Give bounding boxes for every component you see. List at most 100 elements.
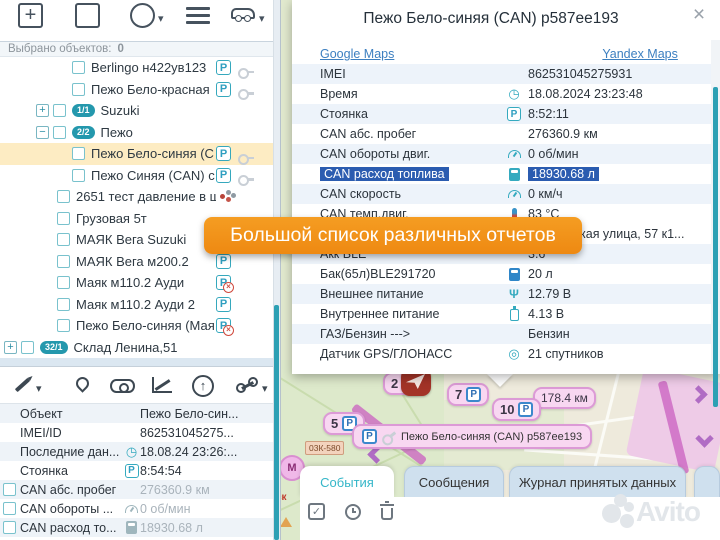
chevron-down-icon[interactable]: [259, 9, 265, 27]
tree-item-pejo-blue[interactable]: Пежо Синяя (CAN) с: [0, 165, 273, 187]
parking-icon[interactable]: [216, 82, 231, 97]
expand-icon[interactable]: +: [4, 341, 17, 354]
google-maps-link[interactable]: Google Maps: [320, 47, 394, 61]
chevron-down-icon[interactable]: [36, 379, 42, 397]
tree-item-berlingo[interactable]: Berlingo н422ув123: [0, 57, 273, 79]
checkbox[interactable]: [72, 83, 85, 96]
tree-group-pejo[interactable]: − 2/2 Пежо: [0, 122, 273, 144]
parking-icon[interactable]: [216, 297, 231, 312]
info-scrollbar-track[interactable]: [711, 40, 720, 374]
tree-item-2651[interactable]: 2651 тест давление в ш: [0, 186, 273, 208]
checkbox[interactable]: [3, 521, 16, 534]
sidebar-scrollbar-track[interactable]: [273, 0, 280, 540]
tab-events[interactable]: События: [300, 466, 394, 498]
parking-icon[interactable]: [216, 254, 231, 269]
marker-count: 2: [391, 376, 398, 391]
map-marker-group-10[interactable]: 10: [492, 398, 541, 421]
map-poi-icon: [280, 517, 292, 527]
checkbox[interactable]: [57, 319, 70, 332]
export-icon[interactable]: ↑: [192, 375, 214, 397]
chevron-down-icon[interactable]: [158, 9, 164, 27]
gauge-icon: [508, 190, 521, 198]
gauge-icon: [125, 505, 138, 513]
checkbox[interactable]: [21, 341, 34, 354]
parking-icon[interactable]: [216, 168, 231, 183]
tree-item-pejo-mayak[interactable]: Пежо Бело-синяя (Мая: [0, 315, 273, 337]
map-marker-group-7[interactable]: 7: [447, 383, 489, 406]
info-row-time: Время 18.08.2024 23:23:48: [292, 84, 711, 104]
route-icon[interactable]: [236, 377, 258, 393]
distance-bubble[interactable]: 178.4 км: [533, 387, 596, 409]
sidebar-scrollbar-thumb[interactable]: [274, 305, 279, 540]
satellite-icon: [508, 346, 519, 362]
time-filter-icon[interactable]: [345, 504, 361, 520]
checkbox[interactable]: [72, 147, 85, 160]
tree-item-pejo-red[interactable]: Пежо Бело-красная: [0, 79, 273, 101]
selected-objects-header: Выбрано объектов:0: [0, 42, 280, 57]
gauge-icon: [508, 150, 521, 158]
vehicle-filter-icon[interactable]: [231, 8, 255, 19]
app-window: 03К-580 2 7 178.4 км 10 5 Пежо Бело-синя…: [0, 0, 720, 540]
select-all-checkbox[interactable]: ✓: [308, 503, 325, 520]
parking-icon[interactable]: [216, 146, 231, 161]
tree-group-suzuki[interactable]: + 1/1 Suzuki: [0, 100, 273, 122]
info-row-rpm: CAN обороты двиг. 0 об/мин: [292, 144, 711, 164]
edit-icon[interactable]: [15, 378, 30, 392]
checkbox[interactable]: [53, 126, 66, 139]
parking-icon: [466, 387, 481, 402]
info-row-mileage: CAN абс. пробег 276360.9 км: [292, 124, 711, 144]
tree-item-mayak-audi[interactable]: Маяк м110.2 Ауди: [0, 272, 273, 294]
expand-icon[interactable]: +: [36, 104, 49, 117]
info-row-fuel[interactable]: CAN расход топлива 18930.68 л: [292, 164, 711, 184]
select-none-icon[interactable]: [75, 3, 100, 28]
add-object-icon[interactable]: [18, 3, 43, 28]
checkbox[interactable]: [3, 483, 16, 496]
yandex-maps-link[interactable]: Yandex Maps: [602, 47, 678, 61]
checkbox[interactable]: [57, 190, 70, 203]
info-rows: Google Maps Yandex Maps IMEI 86253104527…: [292, 44, 711, 364]
vehicle-label-bubble[interactable]: Пежо Бело-синяя (CAN) p587ee193: [352, 424, 592, 449]
detail-row-can-mileage: CAN абс. пробег 276360.9 км: [0, 480, 273, 499]
close-icon[interactable]: ×: [688, 4, 710, 26]
parking-off-icon[interactable]: [216, 318, 231, 333]
checkbox[interactable]: [57, 233, 70, 246]
vehicle-label: Пежо Бело-синяя (CAN) p587ee193: [401, 431, 582, 443]
trash-icon[interactable]: [381, 508, 393, 520]
chevron-down-icon[interactable]: [262, 379, 268, 397]
map-links-row: Google Maps Yandex Maps: [292, 44, 711, 64]
tree-group-sklad[interactable]: + 32/1 Склад Ленина,51: [0, 337, 273, 359]
detail-row-parking: Стоянка 8:54:54: [0, 461, 273, 480]
visibility-icon[interactable]: [110, 379, 135, 393]
parking-icon[interactable]: [216, 60, 231, 75]
tree-item-mayak-audi-2[interactable]: Маяк м110.2 Ауди 2: [0, 294, 273, 316]
watermark-circle: [624, 502, 634, 512]
tree-item-pejo-white-blue[interactable]: Пежо Бело-синяя (С: [0, 143, 273, 165]
chart-icon[interactable]: [152, 377, 172, 393]
parking-off-icon[interactable]: [216, 275, 231, 290]
sensor-icon: [220, 194, 225, 199]
location-pin-icon[interactable]: [73, 374, 91, 392]
info-row-fuel-type: ГАЗ/Бензин ---> Бензин: [292, 324, 711, 344]
list-view-icon[interactable]: [186, 7, 210, 10]
checkbox[interactable]: [3, 502, 16, 515]
checkbox[interactable]: [57, 298, 70, 311]
checkbox[interactable]: [57, 276, 70, 289]
checkbox[interactable]: [72, 61, 85, 74]
parking-icon: [507, 107, 521, 121]
checkbox[interactable]: [57, 212, 70, 225]
group-count-badge: 32/1: [40, 341, 68, 354]
clock-icon: [126, 444, 137, 460]
selected-count: 0: [117, 43, 123, 55]
checkbox[interactable]: [57, 255, 70, 268]
tab-messages[interactable]: Сообщения: [404, 466, 504, 498]
power-plug-icon: [509, 287, 519, 301]
distance-value: 178.4 км: [541, 391, 588, 405]
marker-count: 7: [455, 387, 462, 402]
checkbox[interactable]: [53, 104, 66, 117]
collapse-icon[interactable]: −: [36, 126, 49, 139]
checkbox[interactable]: [72, 169, 85, 182]
geofence-filter-icon[interactable]: [130, 3, 155, 28]
info-row-parking: Стоянка 8:52:11: [292, 104, 711, 124]
vehicle-title: Пежо Бело-синяя (CAN) p587ee193: [292, 10, 690, 28]
info-scrollbar-thumb[interactable]: [713, 87, 718, 407]
